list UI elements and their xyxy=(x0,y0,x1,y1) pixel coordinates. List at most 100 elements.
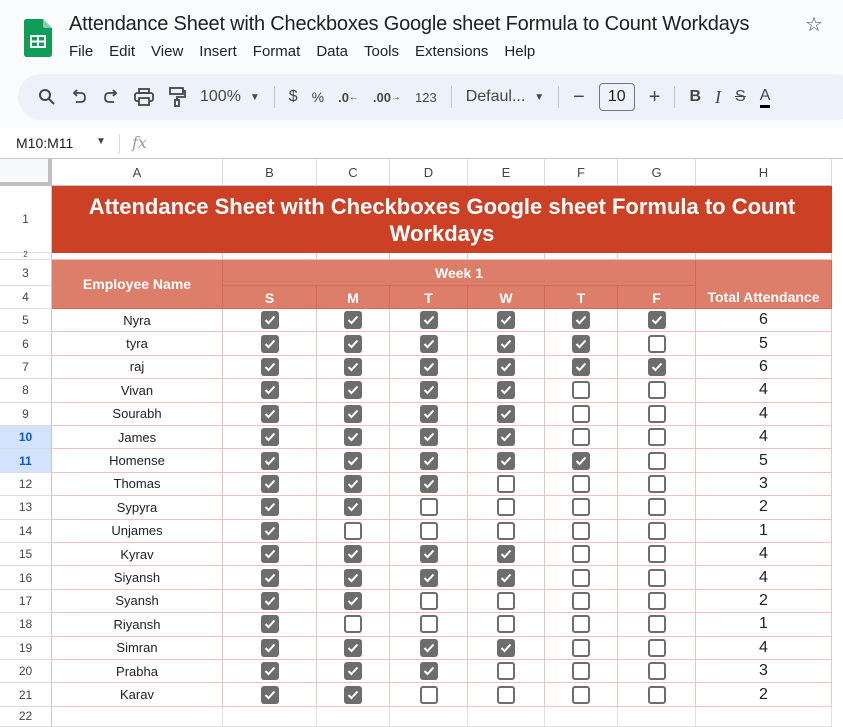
total-attendance-cell[interactable]: 6 xyxy=(696,355,832,380)
menu-help[interactable]: Help xyxy=(504,43,535,60)
total-attendance-cell[interactable]: 1 xyxy=(696,613,832,637)
checkbox-unchecked[interactable] xyxy=(572,638,590,657)
checkbox-checked[interactable] xyxy=(344,474,362,493)
checkbox-cell[interactable] xyxy=(390,402,468,426)
checkbox-cell[interactable] xyxy=(545,683,618,707)
checkbox-checked[interactable] xyxy=(260,357,279,376)
name-box[interactable]: M10:M11 xyxy=(16,135,73,151)
checkbox-checked[interactable] xyxy=(260,662,279,681)
checkbox-unchecked[interactable] xyxy=(572,428,590,447)
column-header-c[interactable]: C xyxy=(317,159,390,186)
checkbox-cell[interactable] xyxy=(545,449,618,473)
checkbox-cell[interactable] xyxy=(390,379,468,403)
checkbox-cell[interactable] xyxy=(468,332,545,356)
checkbox-cell[interactable] xyxy=(317,309,390,333)
checkbox-checked[interactable] xyxy=(419,451,438,470)
checkbox-checked[interactable] xyxy=(497,334,515,353)
menu-view[interactable]: View xyxy=(151,43,183,60)
empty-cell[interactable] xyxy=(223,706,317,727)
total-attendance-cell[interactable]: 5 xyxy=(696,449,832,473)
checkbox-cell[interactable] xyxy=(618,543,696,567)
checkbox-checked[interactable] xyxy=(419,474,438,493)
checkbox-checked[interactable] xyxy=(344,685,362,704)
decrease-font-size-button[interactable]: − xyxy=(573,86,585,109)
checkbox-cell[interactable] xyxy=(468,449,545,473)
checkbox-cell[interactable] xyxy=(223,472,317,497)
row-header[interactable]: 13 xyxy=(0,496,52,520)
day-header[interactable]: T xyxy=(390,286,468,309)
redo-icon[interactable] xyxy=(102,88,120,106)
checkbox-cell[interactable] xyxy=(223,543,317,567)
currency-format-button[interactable]: $ xyxy=(289,88,298,106)
checkbox-unchecked[interactable] xyxy=(647,498,666,517)
checkbox-checked[interactable] xyxy=(572,357,590,376)
checkbox-cell[interactable] xyxy=(317,566,390,590)
checkbox-cell[interactable] xyxy=(618,683,696,707)
day-header[interactable]: M xyxy=(317,286,390,309)
empty-cell[interactable] xyxy=(468,706,545,727)
checkbox-unchecked[interactable] xyxy=(497,591,515,610)
total-attendance-cell[interactable]: 5 xyxy=(696,332,832,356)
checkbox-checked[interactable] xyxy=(572,451,590,470)
employee-name-cell[interactable]: Nyra xyxy=(52,309,223,333)
day-header[interactable]: W xyxy=(468,286,545,309)
font-select[interactable]: Defaul... ▼ xyxy=(466,88,544,106)
total-attendance-cell[interactable]: 4 xyxy=(696,636,832,660)
checkbox-cell[interactable] xyxy=(317,543,390,567)
checkbox-cell[interactable] xyxy=(390,332,468,356)
checkbox-checked[interactable] xyxy=(419,662,438,681)
checkbox-cell[interactable] xyxy=(545,332,618,356)
checkbox-cell[interactable] xyxy=(390,519,468,543)
checkbox-cell[interactable] xyxy=(618,355,696,380)
checkbox-cell[interactable] xyxy=(317,355,390,380)
checkbox-checked[interactable] xyxy=(419,381,438,400)
empty-cell[interactable] xyxy=(52,706,223,727)
checkbox-cell[interactable] xyxy=(317,402,390,426)
sheet-title-cell[interactable]: Attendance Sheet with Checkboxes Google … xyxy=(52,186,832,253)
checkbox-cell[interactable] xyxy=(618,332,696,356)
checkbox-cell[interactable] xyxy=(317,472,390,497)
checkbox-checked[interactable] xyxy=(344,334,362,353)
document-title[interactable]: Attendance Sheet with Checkboxes Google … xyxy=(69,13,749,36)
checkbox-unchecked[interactable] xyxy=(647,474,666,493)
checkbox-checked[interactable] xyxy=(497,357,515,376)
employee-name-cell[interactable]: Sypyra xyxy=(52,496,223,520)
row-header[interactable]: 1 xyxy=(0,186,52,253)
total-attendance-cell[interactable]: 4 xyxy=(696,426,832,450)
checkbox-unchecked[interactable] xyxy=(647,521,666,540)
total-attendance-cell[interactable]: 4 xyxy=(696,402,832,426)
checkbox-unchecked[interactable] xyxy=(572,591,590,610)
empty-cell[interactable] xyxy=(223,253,317,260)
checkbox-cell[interactable] xyxy=(545,426,618,450)
week-header[interactable]: Week 1 xyxy=(223,260,696,286)
row-header[interactable]: 12 xyxy=(0,472,52,497)
checkbox-checked[interactable] xyxy=(260,545,279,564)
select-all-corner[interactable] xyxy=(0,159,52,186)
checkbox-cell[interactable] xyxy=(468,660,545,684)
checkbox-cell[interactable] xyxy=(618,426,696,450)
checkbox-cell[interactable] xyxy=(390,355,468,380)
checkbox-cell[interactable] xyxy=(390,472,468,497)
checkbox-cell[interactable] xyxy=(223,379,317,403)
checkbox-checked[interactable] xyxy=(344,404,362,423)
checkbox-cell[interactable] xyxy=(618,496,696,520)
checkbox-checked[interactable] xyxy=(260,591,279,610)
checkbox-cell[interactable] xyxy=(390,543,468,567)
checkbox-unchecked[interactable] xyxy=(647,451,666,470)
checkbox-unchecked[interactable] xyxy=(572,521,590,540)
checkbox-checked[interactable] xyxy=(344,568,362,587)
day-header[interactable]: S xyxy=(223,286,317,309)
undo-icon[interactable] xyxy=(70,88,88,106)
total-attendance-cell[interactable]: 6 xyxy=(696,309,832,333)
checkbox-unchecked[interactable] xyxy=(572,568,590,587)
checkbox-cell[interactable] xyxy=(317,660,390,684)
checkbox-cell[interactable] xyxy=(618,636,696,660)
checkbox-checked[interactable] xyxy=(497,568,515,587)
total-attendance-cell[interactable]: 3 xyxy=(696,472,832,497)
checkbox-unchecked[interactable] xyxy=(647,662,666,681)
checkbox-cell[interactable] xyxy=(468,613,545,637)
checkbox-checked[interactable] xyxy=(344,428,362,447)
checkbox-cell[interactable] xyxy=(545,566,618,590)
checkbox-unchecked[interactable] xyxy=(647,404,666,423)
employee-name-cell[interactable]: Unjames xyxy=(52,519,223,543)
